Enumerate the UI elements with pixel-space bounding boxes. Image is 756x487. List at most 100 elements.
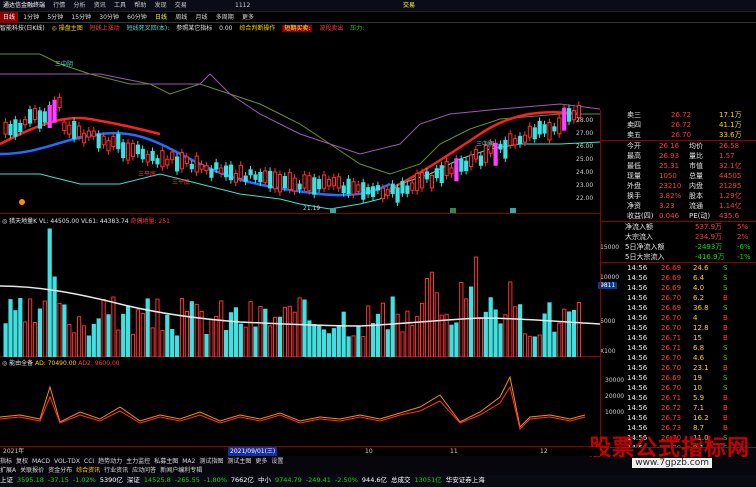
ask-row[interactable]: 卖五 26.70 33.6万	[601, 130, 756, 140]
indicator-tab[interactable]: 趋势动力	[98, 458, 122, 465]
ad-panel[interactable]: ◎ 能由全备 AD: 70490.00 AD2: 9600.00 30000 2…	[0, 357, 624, 447]
indicator-tab[interactable]: CCI	[84, 458, 94, 465]
status-val: 13051亿	[414, 476, 442, 484]
trade-button[interactable]: 交易	[400, 0, 418, 12]
indicator-item: 压力:	[350, 25, 365, 32]
tab-period[interactable]: 日线	[152, 12, 170, 23]
volume-panel[interactable]: ◎ 猎天地量K VL: 44505.00 VL61: 44383.74 奇偶地量…	[0, 214, 619, 358]
tab-period[interactable]: 5分钟	[44, 12, 66, 23]
ask-list: 卖三 26.72 17.1万 卖四 26.72 41.1万 卖五 26.70 33.6万	[601, 110, 756, 140]
flow-row: 净流入额 537.9万 5%	[625, 223, 749, 231]
candle	[420, 172, 425, 189]
ask-row[interactable]: 卖三 26.72 17.1万	[601, 110, 756, 120]
candle	[292, 177, 297, 192]
indicator-item: 综合判断操作	[239, 25, 276, 32]
volume-bar	[116, 329, 121, 358]
volume-bar	[37, 308, 42, 358]
volume-bar	[361, 336, 366, 358]
menu-item[interactable]: 发现	[152, 0, 170, 12]
menu-item[interactable]: 工具	[111, 0, 129, 12]
candle	[508, 133, 513, 146]
candle	[204, 165, 209, 172]
menu-item[interactable]: 帮助	[131, 0, 149, 12]
candle	[410, 182, 415, 191]
flow-row: 大宗流入 234.9万 2%	[625, 233, 749, 241]
info-tab[interactable]: 扩展A	[0, 467, 16, 474]
volume-bar	[341, 311, 346, 358]
info-tab[interactable]: 资金分布	[48, 467, 72, 474]
volume-bar	[483, 311, 488, 358]
lower-band-line	[0, 141, 601, 210]
tick-row: 14:56 26.69 24.6 S	[627, 264, 728, 272]
info-tab[interactable]: 综合资讯	[76, 467, 100, 474]
candle	[253, 174, 258, 180]
volume-bar	[503, 314, 508, 358]
info-tab[interactable]: 行业资讯	[104, 467, 128, 474]
volume-bar	[258, 306, 263, 358]
volume-bar	[351, 335, 356, 358]
indicator-tab[interactable]: 测试主图	[227, 458, 251, 465]
tick-row: 14:56 26.69 19 S	[627, 374, 728, 382]
market-status-bar: 上证 3595.18 -37.15 -1.02% 5390亿 深证 14525.8 -265.…	[0, 475, 756, 486]
volume-bar	[312, 324, 317, 358]
indicator-tab[interactable]: VOL-TDX	[54, 458, 80, 465]
status-pct: -1.80%	[203, 476, 227, 484]
volume-bar	[62, 304, 67, 358]
pattern-label: 三中阴	[476, 140, 494, 148]
pattern-label: 三平底	[138, 170, 156, 178]
signal-marker	[510, 208, 516, 213]
info-tab[interactable]: 关联报价	[20, 467, 44, 474]
candle	[331, 176, 336, 187]
indicator-main[interactable]: ◎ 操盘主图	[52, 25, 83, 32]
indicator-tab[interactable]: 设置	[271, 458, 283, 465]
ask-row[interactable]: 卖四 26.72 41.1万	[601, 120, 756, 130]
indicator-tab[interactable]: 主力监控	[126, 458, 150, 465]
volume-bar	[81, 325, 87, 358]
candle	[228, 164, 234, 181]
indicator-tab[interactable]: 复权	[16, 458, 28, 465]
menu-item[interactable]: 行情	[50, 0, 68, 12]
flow-row: 5日净流入额 -2493万 -6%	[625, 243, 751, 251]
candle	[562, 107, 567, 131]
tab-period[interactable]: 月线	[193, 12, 211, 23]
candle	[277, 173, 283, 193]
tick-row: 14:56 26.72 7.1 B	[627, 404, 728, 412]
volume-bar	[121, 313, 126, 358]
volume-bar	[184, 310, 190, 358]
indicator-item: 短期买卖:	[282, 25, 313, 32]
tab-period[interactable]: 更多	[239, 12, 257, 23]
candle	[522, 134, 528, 143]
tab-period[interactable]: 日线	[0, 12, 19, 23]
indicator-tab[interactable]: 私募主图	[154, 458, 178, 465]
info-tab[interactable]: 应动问答	[132, 467, 156, 474]
volume-bar	[170, 329, 175, 358]
menu-item[interactable]: 分析	[71, 0, 89, 12]
status-amt: 5390亿	[99, 476, 123, 484]
tick-row: 14:56 26.70 23.1 B	[627, 364, 728, 372]
info-tab[interactable]: 新闻户编利专辑	[160, 467, 202, 474]
tab-period[interactable]: 60分钟	[124, 12, 150, 23]
volume-bar	[473, 256, 479, 358]
indicator-tab[interactable]: 测试指图	[199, 458, 223, 465]
stat-row: 最低 25.31 市值 32.1亿	[627, 162, 742, 170]
tick-row: 14:56 26.70 6.2 B	[627, 294, 728, 302]
candle	[361, 182, 366, 200]
pattern-label: 三中阴	[55, 60, 73, 68]
indicator-tab[interactable]: 指标	[0, 458, 12, 465]
menu-item[interactable]: 交易	[172, 0, 190, 12]
kline-panel[interactable]: 三中阴 三平底 三平底 三中阴 21.19 28.00 27.00 26.00 25…	[0, 34, 601, 214]
candle	[302, 174, 307, 189]
volume-bar	[111, 296, 116, 358]
tab-period[interactable]: 15分钟	[68, 12, 94, 23]
menu-item[interactable]: 资讯	[91, 0, 109, 12]
tab-period[interactable]: 多周期	[213, 12, 237, 23]
volume-bar	[532, 336, 537, 358]
tab-period[interactable]: 周线	[172, 12, 190, 23]
volume-bar	[13, 310, 18, 358]
tab-period[interactable]: 1分钟	[20, 12, 42, 23]
indicator-tab[interactable]: 更多	[255, 458, 267, 465]
indicator-tab[interactable]: MA2	[182, 458, 195, 465]
volume-bar	[189, 301, 194, 358]
tab-period[interactable]: 30分钟	[96, 12, 122, 23]
indicator-tab[interactable]: MACD	[32, 458, 50, 465]
